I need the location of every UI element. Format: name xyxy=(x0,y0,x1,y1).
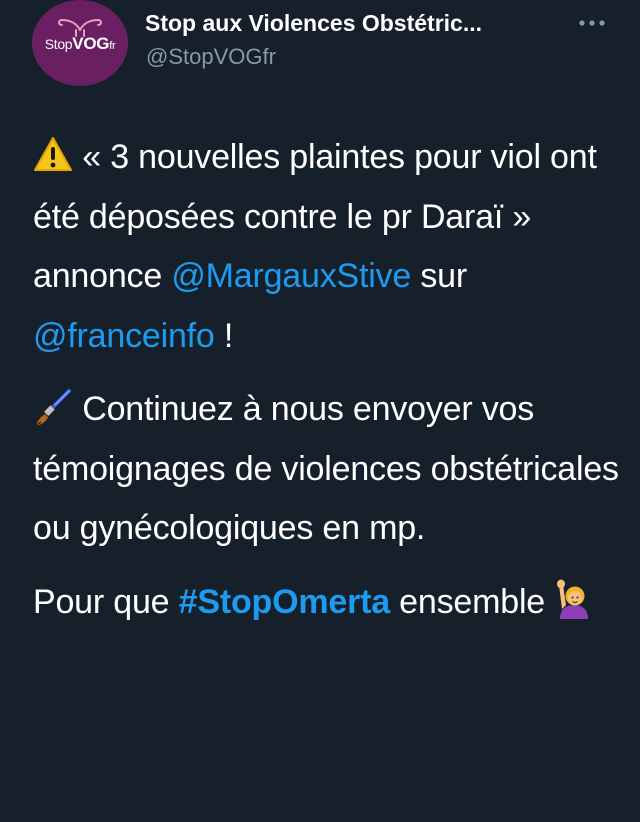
avatar-logo-text: StopVOGfr xyxy=(44,34,116,53)
author-handle[interactable]: @StopVOGfr xyxy=(146,44,276,70)
mention-link[interactable]: @franceinfo xyxy=(33,317,215,355)
tweet-paragraph-1: « 3 nouvelles plaintes pour viol ont été… xyxy=(33,128,623,366)
mention-link[interactable]: @MargauxStive xyxy=(171,257,411,295)
tweet-header: StopVOGfr Stop aux Violences Obstétric..… xyxy=(0,0,640,100)
author-display-name[interactable]: Stop aux Violences Obstétric... xyxy=(145,10,565,37)
tweet-text-segment: Continuez à nous envoyer vos témoignages… xyxy=(33,390,619,547)
tweet-text-segment: ! xyxy=(214,316,234,355)
raising-hand-icon xyxy=(554,579,594,619)
hashtag-link[interactable]: #StopOmerta xyxy=(179,583,390,621)
tweet-text-segment: sur xyxy=(411,257,467,295)
paintbrush-icon xyxy=(33,388,73,427)
more-horizontal-icon[interactable] xyxy=(578,16,606,28)
tweet-text-segment: Pour que xyxy=(33,582,179,621)
tweet-text-segment: ensemble xyxy=(389,582,555,621)
tweet-paragraph-3: Pour que #StopOmerta ensemble xyxy=(33,573,623,633)
warning-icon xyxy=(33,136,73,172)
avatar[interactable]: StopVOGfr xyxy=(32,0,128,86)
tweet-paragraph-2: Continuez à nous envoyer vos témoignages… xyxy=(33,380,623,559)
tweet-text: « 3 nouvelles plaintes pour viol ont été… xyxy=(33,128,623,632)
